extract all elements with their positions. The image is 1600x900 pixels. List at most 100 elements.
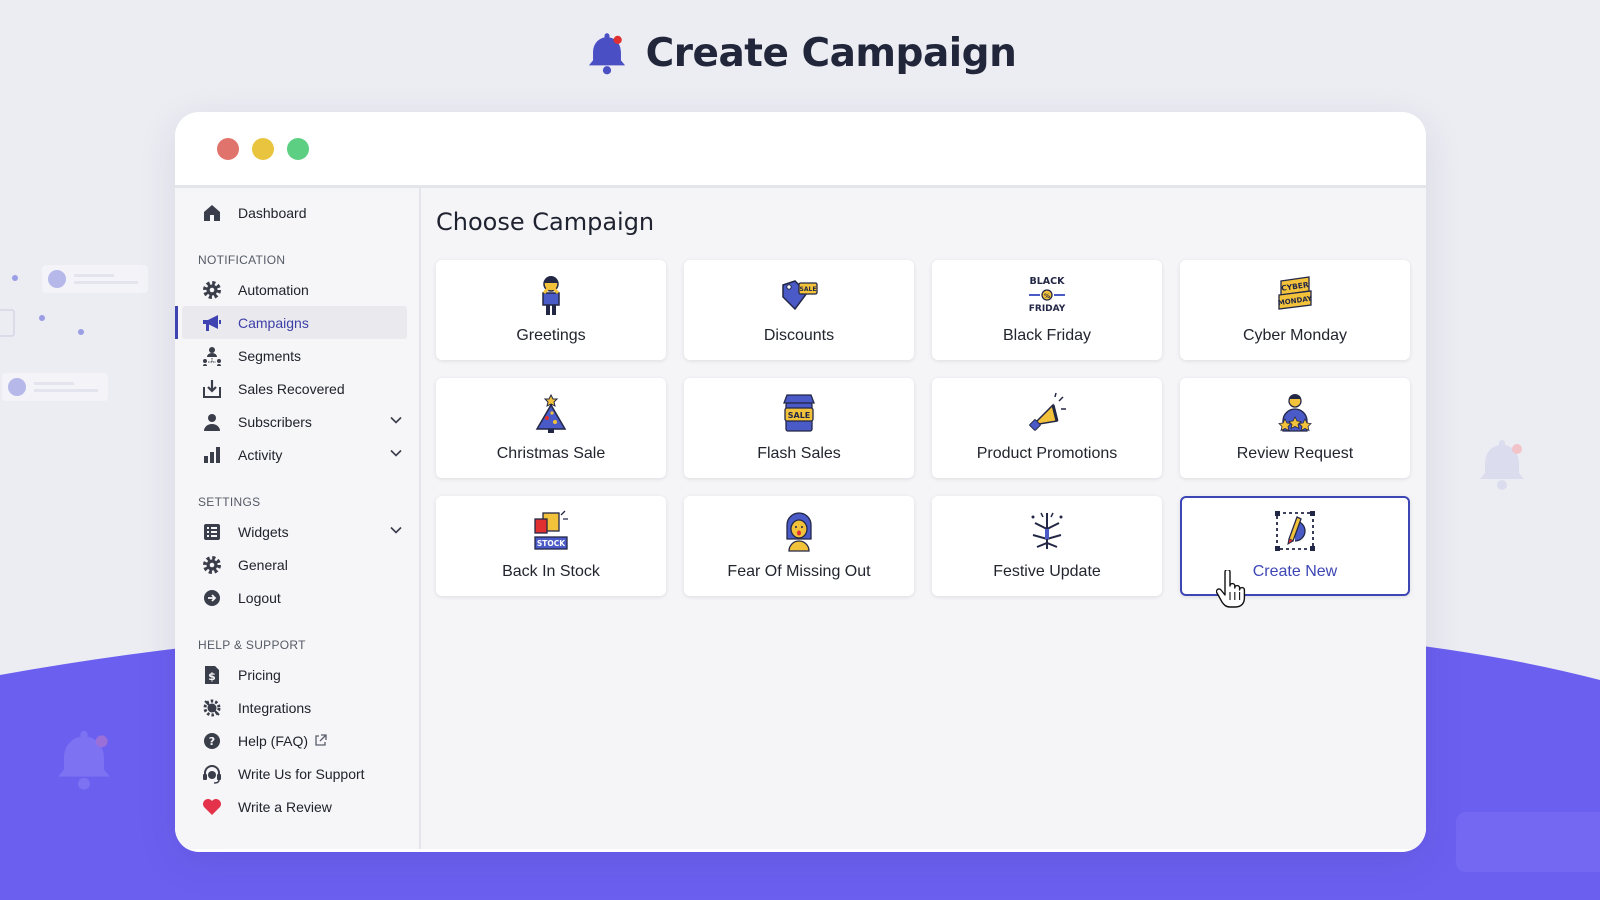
campaign-card-cyber-monday[interactable]: CYBER MONDAY Cyber Monday <box>1180 260 1410 360</box>
gear-icon <box>201 554 223 576</box>
decor-chip-left-2 <box>2 373 108 401</box>
section-title-help: HELP & SUPPORT <box>198 638 306 652</box>
sidebar-item-label: Campaigns <box>238 314 309 331</box>
sidebar-item-label: Write Us for Support <box>238 765 365 782</box>
megaphone-icon <box>201 312 223 334</box>
sidebar-item-help-faq[interactable]: ? Help (FAQ) <box>175 724 407 757</box>
app-window: Dashboard NOTIFICATION Automation Campai… <box>175 112 1426 852</box>
sidebar-item-segments[interactable]: Segments <box>175 339 407 372</box>
sidebar-item-activity[interactable]: Activity <box>175 438 407 471</box>
external-link-icon <box>315 734 327 746</box>
campaign-card-discounts[interactable]: SALE Discounts <box>684 260 914 360</box>
home-icon <box>201 202 223 224</box>
campaign-card-fomo[interactable]: Fear Of Missing Out <box>684 496 914 596</box>
fireworks-icon <box>1031 512 1063 549</box>
section-title-settings: SETTINGS <box>198 495 261 509</box>
sidebar-item-label: Write a Review <box>238 798 332 815</box>
icon-text: FRIDAY <box>1029 304 1066 314</box>
svg-text:%: % <box>1044 293 1050 300</box>
segments-icon <box>201 345 223 367</box>
sidebar-item-widgets[interactable]: Widgets <box>175 515 407 548</box>
decor-dots <box>0 275 84 337</box>
section-title-notification: NOTIFICATION <box>198 253 286 267</box>
card-label: Review Request <box>1236 445 1354 462</box>
sidebar-item-write-review[interactable]: Write a Review <box>175 790 407 823</box>
hero-header: Create Campaign <box>0 30 1600 76</box>
card-label: Flash Sales <box>757 445 841 462</box>
person-stars-icon <box>1278 394 1312 432</box>
campaign-card-product-promotions[interactable]: Product Promotions <box>932 378 1162 478</box>
hand-cursor-icon <box>1216 570 1246 608</box>
chevron-down-icon[interactable] <box>389 523 403 537</box>
campaign-card-back-in-stock[interactable]: STOCK Back In Stock <box>436 496 666 596</box>
window-titlebar <box>175 112 1426 188</box>
campaign-card-christmas-sale[interactable]: Christmas Sale <box>436 378 666 478</box>
sidebar-item-label: Activity <box>238 446 283 463</box>
page-title: Create Campaign <box>645 30 1017 76</box>
campaign-grid: Greetings SALE Discounts BLACK % FRIDAY … <box>436 260 1412 608</box>
sidebar-item-label: Widgets <box>238 523 289 540</box>
sidebar-item-dashboard[interactable]: Dashboard <box>175 196 407 229</box>
sidebar-item-label: Sales Recovered <box>238 380 345 397</box>
campaign-card-festive-update[interactable]: Festive Update <box>932 496 1162 596</box>
dollar-doc-icon: $ <box>201 664 223 686</box>
card-label: Discounts <box>763 327 835 344</box>
headset-icon <box>201 763 223 785</box>
campaign-card-black-friday[interactable]: BLACK % FRIDAY Black Friday <box>932 260 1162 360</box>
decor-bell-icon <box>1480 440 1524 490</box>
icon-text: SALE <box>788 411 811 420</box>
card-label: Cyber Monday <box>1242 327 1348 344</box>
sale-tag-icon: SALE <box>782 280 818 311</box>
sidebar-item-label: Subscribers <box>238 413 312 430</box>
sale-shop-icon: SALE <box>783 394 815 432</box>
create-new-icon <box>1275 511 1315 551</box>
chevron-down-icon[interactable] <box>389 446 403 460</box>
section-heading: Choose Campaign <box>436 208 655 236</box>
cyber-monday-icon: CYBER MONDAY <box>1277 276 1314 310</box>
card-label: Festive Update <box>993 563 1101 580</box>
window-minimize-dot[interactable] <box>252 137 274 160</box>
sidebar: Dashboard NOTIFICATION Automation Campai… <box>175 188 421 849</box>
svg-text:?: ? <box>209 735 215 748</box>
campaign-card-flash-sales[interactable]: SALE Flash Sales <box>684 378 914 478</box>
sidebar-item-label: Segments <box>238 347 302 364</box>
integrations-icon <box>201 697 223 719</box>
sidebar-item-label: General <box>238 556 288 573</box>
sidebar-item-general[interactable]: General <box>175 548 407 581</box>
icon-text: SALE <box>800 286 817 293</box>
decor-panel <box>1456 812 1600 872</box>
campaign-card-review-request[interactable]: Review Request <box>1180 378 1410 478</box>
icon-text: STOCK <box>537 539 566 548</box>
icon-text: BLACK <box>1030 276 1066 287</box>
christmas-tree-icon <box>535 393 567 433</box>
gear-icon <box>201 279 223 301</box>
sidebar-item-logout[interactable]: Logout <box>175 581 407 614</box>
list-icon <box>201 521 223 543</box>
logout-icon <box>201 587 223 609</box>
megaphone-promo-icon <box>1029 392 1066 431</box>
card-label: Create New <box>1252 563 1338 580</box>
sidebar-item-pricing[interactable]: $ Pricing <box>175 658 407 691</box>
sidebar-item-integrations[interactable]: Integrations <box>175 691 407 724</box>
question-icon: ? <box>201 730 223 752</box>
sidebar-item-sales-recovered[interactable]: Sales Recovered <box>175 372 407 405</box>
sidebar-item-support[interactable]: Write Us for Support <box>175 757 407 790</box>
window-close-dot[interactable] <box>217 137 239 160</box>
chevron-down-icon[interactable] <box>389 413 403 427</box>
black-friday-icon: BLACK % FRIDAY <box>1029 276 1066 314</box>
card-label: Greetings <box>516 327 586 344</box>
card-label: Product Promotions <box>976 445 1118 462</box>
campaign-card-greetings[interactable]: Greetings <box>436 260 666 360</box>
sidebar-item-label: Pricing <box>238 666 281 683</box>
card-label: Black Friday <box>1002 327 1092 344</box>
window-maximize-dot[interactable] <box>287 137 309 160</box>
bell-icon <box>588 33 625 75</box>
svg-text:$: $ <box>208 670 216 683</box>
campaign-card-create-new[interactable]: Create New <box>1180 496 1410 608</box>
sidebar-item-subscribers[interactable]: Subscribers <box>175 405 407 438</box>
sidebar-item-label: Dashboard <box>238 204 307 221</box>
sidebar-item-campaigns[interactable]: Campaigns <box>175 306 407 339</box>
sidebar-item-label: Logout <box>238 589 281 606</box>
sidebar-item-label: Help (FAQ) <box>238 732 309 749</box>
sidebar-item-automation[interactable]: Automation <box>175 273 407 306</box>
